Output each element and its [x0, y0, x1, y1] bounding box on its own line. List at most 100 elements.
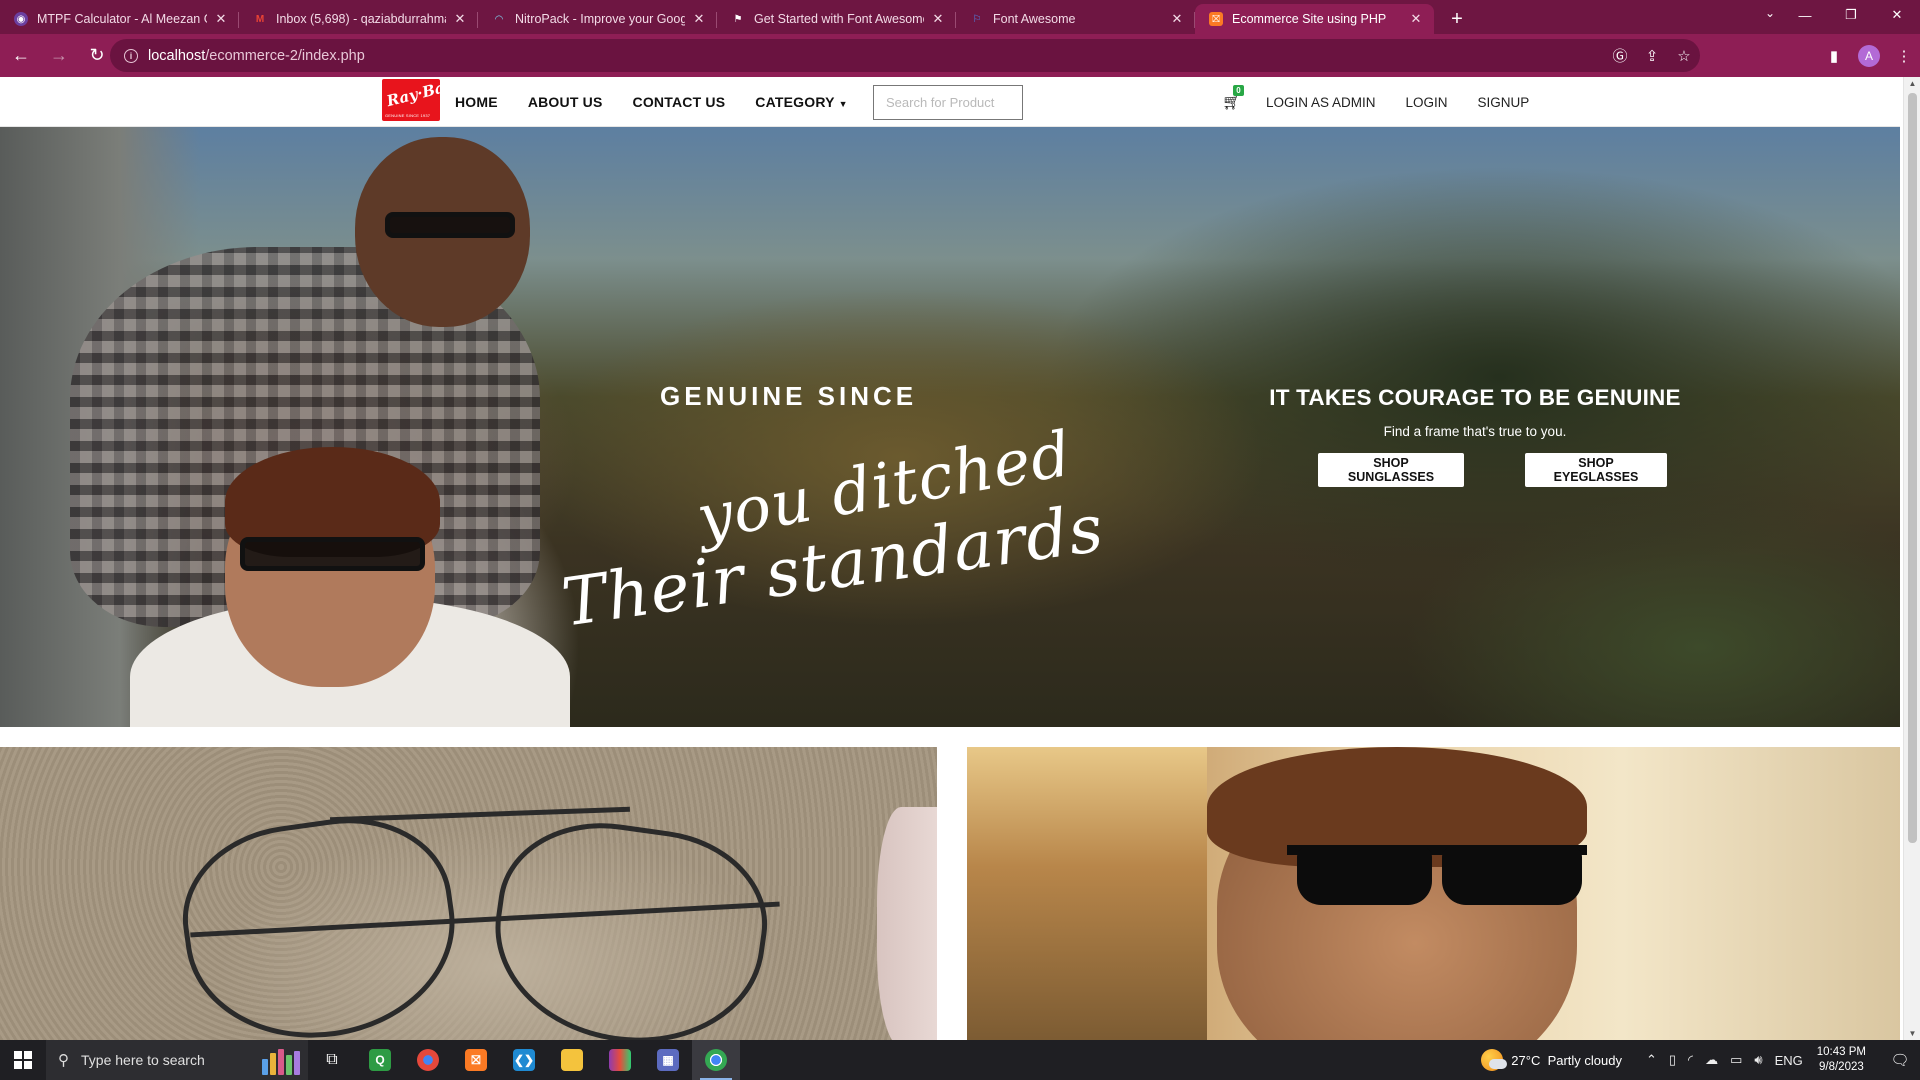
- tab-search-icon[interactable]: ⌄: [1765, 6, 1775, 20]
- scrollbar-thumb[interactable]: [1908, 93, 1917, 843]
- close-tab-icon[interactable]: ✕: [930, 11, 946, 27]
- tab-title: Get Started with Font Awesome: [754, 12, 924, 26]
- taskbar-app-calculator-icon[interactable]: ▦: [644, 1040, 692, 1080]
- promo-tile-sunglasses[interactable]: [967, 747, 1900, 1040]
- meezan-icon: ◉: [14, 12, 28, 26]
- notification-center-icon[interactable]: 🗨︎: [1880, 1040, 1920, 1080]
- rayban-logo[interactable]: Ray·Ban GENUINE SINCE 1937: [382, 77, 457, 121]
- shop-eyeglasses-button[interactable]: SHOP EYEGLASSES: [1525, 453, 1667, 487]
- windows-taskbar: ⚲ Type here to search ⧉ Q ⛝ ❮❯ ▦ 27°C Pa…: [0, 1040, 1920, 1080]
- profile-avatar[interactable]: A: [1858, 44, 1880, 67]
- promo-photo-fabric: [877, 807, 937, 1040]
- taskbar-app-chrome-alt-icon[interactable]: [404, 1040, 452, 1080]
- caret-down-icon: ▼: [838, 99, 848, 109]
- browser-tab[interactable]: M Inbox (5,698) - qaziabdurrahman ✕: [239, 4, 478, 34]
- close-window-icon[interactable]: ✕: [1874, 0, 1920, 30]
- omnibox-actions: Ⓖ ⇪ ☆: [1604, 39, 1700, 72]
- new-tab-button[interactable]: +: [1442, 4, 1472, 34]
- nav-about-us[interactable]: ABOUT US: [528, 94, 603, 110]
- nav-home[interactable]: HOME: [455, 94, 498, 110]
- nav-contact-us[interactable]: CONTACT US: [633, 94, 726, 110]
- partly-cloudy-icon: [1481, 1049, 1508, 1071]
- nav-category-dropdown[interactable]: CATEGORY ▼: [755, 94, 848, 110]
- tab-list: ◉ MTPF Calculator - Al Meezan Gro ✕ M Inbox …: [0, 4, 1434, 34]
- language-indicator[interactable]: ENG: [1775, 1053, 1803, 1068]
- back-icon[interactable]: ←: [4, 39, 38, 73]
- search-icon: ⚲: [58, 1052, 69, 1069]
- close-tab-icon[interactable]: ✕: [691, 11, 707, 27]
- volume-icon[interactable]: 🔊︎: [1754, 1052, 1762, 1068]
- show-hidden-icons-chevron-icon[interactable]: ⌃: [1646, 1052, 1657, 1068]
- browser-tab[interactable]: ⛝ Ecommerce Site using PHP ✕: [1195, 4, 1434, 34]
- onedrive-icon[interactable]: ☁: [1705, 1052, 1718, 1068]
- clock-time: 10:43 PM: [1816, 1046, 1866, 1058]
- taskbar-app-xampp-icon[interactable]: ⛝: [452, 1040, 500, 1080]
- hero-cta: IT TAKES COURAGE TO BE GENUINE Find a fr…: [1230, 385, 1720, 487]
- page-scrollbar[interactable]: ▲ ▼: [1903, 77, 1920, 1040]
- taskbar-app-winrar-icon[interactable]: [596, 1040, 644, 1080]
- side-panel-icon[interactable]: ▮: [1818, 47, 1850, 65]
- scroll-down-arrow-icon[interactable]: ▼: [1907, 1029, 1918, 1038]
- promo-photo-lens-right: [481, 809, 779, 1040]
- gmail-icon: M: [255, 13, 265, 25]
- forward-icon[interactable]: →: [42, 39, 76, 73]
- taskbar-app-chrome-icon[interactable]: [692, 1040, 740, 1080]
- menu-icon[interactable]: ⋮: [1888, 47, 1920, 65]
- reload-icon[interactable]: ↻: [80, 39, 114, 73]
- close-tab-icon[interactable]: ✕: [1408, 11, 1424, 27]
- site-info-icon[interactable]: i: [124, 48, 138, 63]
- logo-script: Ray·Ban: [384, 77, 457, 111]
- promo-tile-eyeglasses[interactable]: [0, 747, 937, 1040]
- toolbar-right: ▮ A ⋮: [1818, 34, 1920, 77]
- site-navbar: Ray·Ban GENUINE SINCE 1937 HOME ABOUT US…: [0, 77, 1900, 127]
- browser-tab[interactable]: ⚑ Get Started with Font Awesome ✕: [717, 4, 956, 34]
- weather-text: Partly cloudy: [1547, 1052, 1622, 1068]
- promo-photo-sunglasses-left: [1297, 847, 1432, 905]
- taskbar-app-vscode-icon[interactable]: ❮❯: [500, 1040, 548, 1080]
- scroll-up-arrow-icon[interactable]: ▲: [1907, 79, 1918, 88]
- address-bar[interactable]: i localhost/ecommerce-2/index.php Ⓖ ⇪ ☆: [110, 39, 1700, 72]
- minimize-icon[interactable]: —: [1782, 0, 1828, 30]
- task-view-icon[interactable]: ⧉: [308, 1040, 356, 1080]
- browser-tab[interactable]: ◠ NitroPack - Improve your Google ✕: [478, 4, 717, 34]
- usb-device-icon[interactable]: ▯: [1669, 1052, 1676, 1068]
- product-search-input[interactable]: [873, 85, 1023, 120]
- flag-icon: ⚑: [733, 13, 743, 25]
- browser-tab[interactable]: ◉ MTPF Calculator - Al Meezan Gro ✕: [0, 4, 239, 34]
- tab-title: NitroPack - Improve your Google: [515, 12, 685, 26]
- taskbar-app-quickbooks-icon[interactable]: Q: [356, 1040, 404, 1080]
- browser-toolbar: ← → ↻ i localhost/ecommerce-2/index.php …: [0, 34, 1920, 77]
- weather-temp: 27°C: [1511, 1052, 1541, 1068]
- close-tab-icon[interactable]: ✕: [1169, 11, 1185, 27]
- taskbar-clock[interactable]: 10:43 PM 9/8/2023: [1817, 1045, 1866, 1075]
- restore-icon[interactable]: ❐: [1828, 0, 1874, 30]
- hero-buttons: SHOP SUNGLASSES SHOP EYEGLASSES: [1230, 453, 1720, 487]
- battery-icon[interactable]: ▭: [1730, 1052, 1742, 1068]
- start-button[interactable]: [0, 1040, 46, 1080]
- share-icon[interactable]: ⇪: [1636, 47, 1668, 65]
- promo-photo-wood-post: [967, 747, 1207, 1040]
- close-tab-icon[interactable]: ✕: [452, 11, 468, 27]
- xampp-icon: ⛝: [1209, 12, 1223, 26]
- google-lens-icon[interactable]: Ⓖ: [1604, 45, 1636, 66]
- logo-subtitle: GENUINE SINCE 1937: [385, 113, 431, 118]
- promo-photo-sunglasses-right: [1442, 847, 1582, 905]
- tab-title: Ecommerce Site using PHP: [1232, 12, 1387, 26]
- main-menu: HOME ABOUT US CONTACT US CATEGORY ▼: [455, 77, 878, 127]
- weather-widget[interactable]: 27°C Partly cloudy: [1481, 1049, 1622, 1071]
- search-highlight-books-icon: [262, 1045, 300, 1075]
- wifi-icon[interactable]: ◜: [1688, 1052, 1693, 1068]
- login-link[interactable]: LOGIN: [1406, 95, 1448, 110]
- browser-tab[interactable]: ⚐ Font Awesome ✕: [956, 4, 1195, 34]
- close-tab-icon[interactable]: ✕: [213, 11, 229, 27]
- bookmark-star-icon[interactable]: ☆: [1668, 47, 1700, 65]
- taskbar-app-file-explorer-icon[interactable]: [548, 1040, 596, 1080]
- hero-photo-sunglasses-seated: [240, 537, 425, 571]
- nav-category-label: CATEGORY: [755, 94, 835, 110]
- window-controls: — ❐ ✕: [1782, 0, 1920, 30]
- signup-link[interactable]: SIGNUP: [1478, 95, 1530, 110]
- shop-sunglasses-button[interactable]: SHOP SUNGLASSES: [1318, 453, 1464, 487]
- clock-date: 9/8/2023: [1819, 1061, 1864, 1073]
- taskbar-search-box[interactable]: ⚲ Type here to search: [46, 1040, 308, 1080]
- login-as-admin-link[interactable]: LOGIN AS ADMIN: [1266, 95, 1376, 110]
